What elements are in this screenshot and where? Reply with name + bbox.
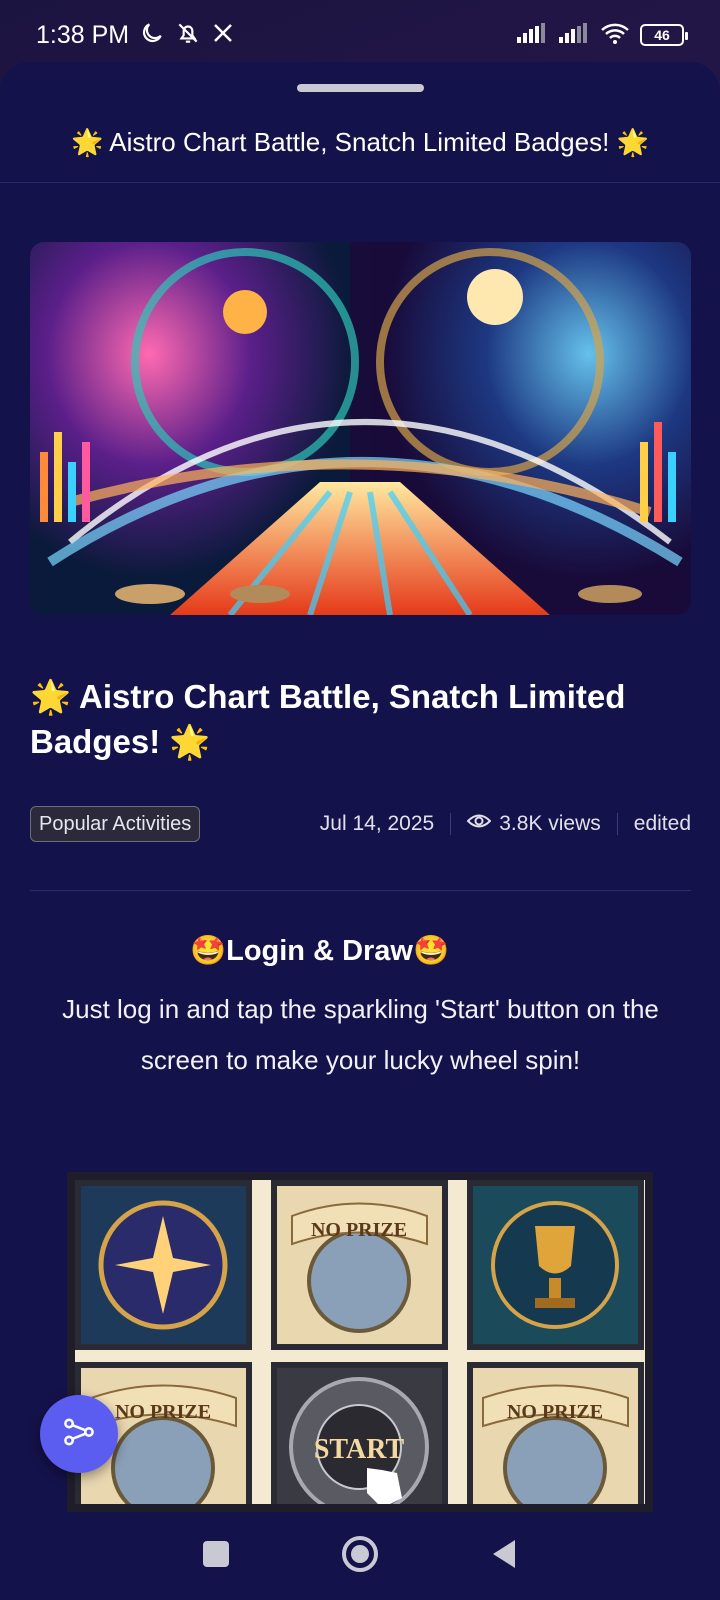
tile-start-button[interactable]: START [271,1362,448,1504]
category-tag[interactable]: Popular Activities [30,806,201,842]
back-button[interactable] [489,1538,519,1575]
wifi-icon [600,21,630,50]
tile-compass [75,1180,252,1350]
signal-icon [516,22,548,49]
banner-image [30,242,691,615]
share-button[interactable] [40,1395,118,1473]
drag-handle[interactable] [297,84,424,92]
share-icon [62,1415,96,1454]
recents-button[interactable] [201,1539,231,1574]
views-label: 3.8K views [499,812,601,835]
content-divider [30,890,691,891]
no-prize-text-3: NO PRIZE [507,1401,603,1423]
moon-icon [139,20,165,51]
body-paragraph: Just log in and tap the sparkling 'Start… [62,994,659,1075]
status-left: 1:38 PM [36,20,235,51]
tile-trophy [467,1180,644,1350]
bell-off-icon [175,20,201,51]
sheet-header-title: 🌟 Aistro Chart Battle, Snatch Limited Ba… [71,127,649,157]
meta-info: Jul 14, 2025 3.8K views edited [320,812,691,836]
tile-no-prize-3: NO PRIZE [467,1362,644,1504]
home-button[interactable] [341,1535,379,1578]
no-prize-text-1: NO PRIZE [311,1219,407,1241]
tile-no-prize-1: NO PRIZE [271,1180,448,1350]
start-text: START [314,1434,405,1465]
meta-divider [450,813,452,835]
x-logo-icon [211,21,235,50]
battery-indicator: 46 [640,24,688,46]
signal-icon-2 [558,22,590,49]
lucky-wheel-image: NO PRIZE NO PRIZE START NO PRIZE [67,1172,653,1512]
eye-icon [466,812,492,836]
status-right: 46 [516,21,688,50]
system-nav-bar [0,1512,720,1600]
bottom-sheet: 🌟 Aistro Chart Battle, Snatch Limited Ba… [0,62,720,1512]
article-title: 🌟 Aistro Chart Battle, Snatch Limited Ba… [30,678,626,760]
header-divider [0,182,720,183]
article-meta: Popular Activities Jul 14, 2025 3.8K vie… [30,806,691,842]
publish-date: Jul 14, 2025 [319,812,435,835]
app-screen: 1:38 PM 46 🌟 Aistro Chart Battle, Snatch… [0,0,720,1600]
status-time: 1:38 PM [36,20,130,49]
status-bar: 1:38 PM 46 [0,0,720,70]
no-prize-text-2: NO PRIZE [115,1401,211,1423]
edited-label: edited [633,812,691,835]
section-title: 🤩Login & Draw🤩 [190,935,450,967]
views-count: 3.8K views [466,812,601,836]
meta-divider-2 [616,813,618,835]
